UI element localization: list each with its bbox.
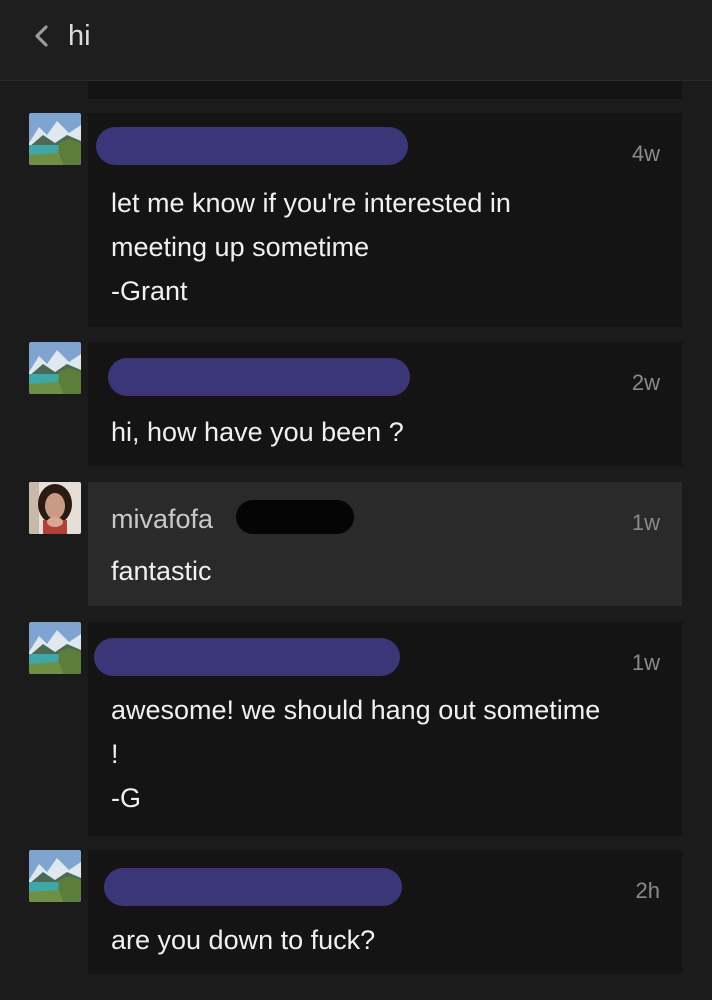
sender-avatar[interactable] <box>29 482 81 534</box>
sender-avatar[interactable] <box>29 342 81 394</box>
message-card: 1w awesome! we should hang out sometime … <box>88 622 682 836</box>
conversation-title: hi <box>68 19 91 52</box>
sender-avatar[interactable] <box>29 850 81 902</box>
redacted-author <box>108 358 410 396</box>
sender-avatar[interactable] <box>29 113 81 165</box>
message-card: 2w hi, how have you been ? <box>88 342 682 466</box>
message-body: are you down to fuck? <box>111 925 376 955</box>
user-photo-icon <box>29 482 81 534</box>
message-time: 4w <box>631 141 660 166</box>
redacted-author <box>104 868 402 906</box>
message-card: mivafofa 1w fantastic <box>88 482 682 606</box>
redacted-text <box>236 500 354 534</box>
top-bar: hi <box>0 0 712 81</box>
message-card: 4w let me know if you're interested in m… <box>88 113 682 327</box>
message-body: hi, how have you been ? <box>111 417 404 447</box>
message-body: awesome! we should hang out sometime ! -… <box>111 695 601 813</box>
back-button[interactable]: hi <box>30 16 114 56</box>
mountain-lake-icon <box>29 113 81 165</box>
mountain-lake-icon <box>29 622 81 674</box>
chevron-left-icon <box>35 25 48 47</box>
message-card: 2h are you down to fuck? <box>88 850 682 974</box>
redacted-author <box>94 638 400 676</box>
message-author[interactable]: mivafofa <box>111 504 213 535</box>
message-time: 2h <box>635 878 660 903</box>
message-body: let me know if you're interested in meet… <box>111 188 511 306</box>
mountain-lake-icon <box>29 342 81 394</box>
sender-avatar[interactable] <box>29 622 81 674</box>
redacted-author <box>96 127 408 165</box>
message-time: 1w <box>631 650 660 675</box>
mountain-lake-icon <box>29 850 81 902</box>
message-time: 2w <box>631 370 660 395</box>
message-time: 1w <box>631 510 660 535</box>
previous-message-edge <box>88 81 682 99</box>
message-body: fantastic <box>111 556 212 586</box>
